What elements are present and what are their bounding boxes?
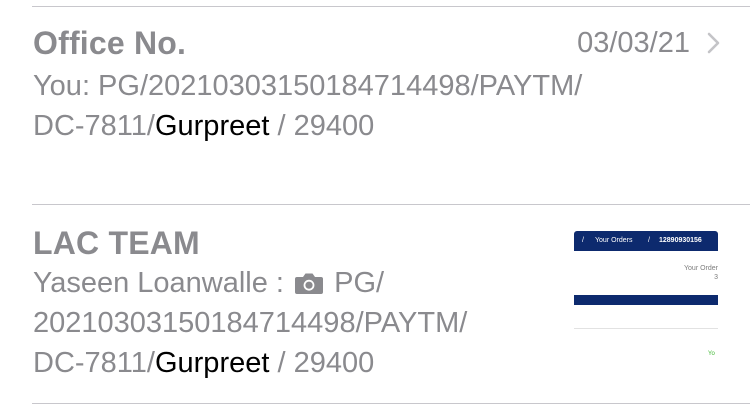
thumbnail-order-number: 12890930156 [659,237,702,244]
sender-name: LAC TEAM [33,225,200,261]
camera-icon [295,273,324,294]
conversation-row-office-no[interactable]: Office No. 03/03/21 You: PG/202103031501… [0,7,750,204]
preview-text: / 29400 [269,347,375,379]
message-preview: You: PG/20210303150184714498/PAYTM/ DC-7… [33,66,653,146]
thumbnail-body-text: Your Order 3 [684,264,718,282]
chevron-right-icon [707,32,720,54]
preview-line: DC-7811/Gurpreet / 29400 [33,343,553,383]
message-date: 03/03/21 [577,27,690,59]
separator [32,403,750,404]
attachment-thumbnail[interactable]: / Your Orders / 12890930156 Your Order 3… [574,231,718,366]
thumbnail-title: Your Orders [595,237,633,244]
preview-text: Yaseen Loanwalle : [33,267,293,299]
preview-text: DC-7811/ [33,110,155,142]
preview-text: PG/ [326,267,385,299]
message-preview: Yaseen Loanwalle : PG/ 20210303150184714… [33,263,553,383]
thumbnail-body-line: 3 [714,274,718,281]
preview-text: DC-7811/ [33,347,155,379]
preview-line: Yaseen Loanwalle : PG/ [33,263,553,303]
highlighted-name: Gurpreet [154,110,270,142]
message-list: Office No. 03/03/21 You: PG/202103031501… [0,0,750,414]
preview-line: DC-7811/Gurpreet / 29400 [33,106,653,146]
conversation-row-lac-team[interactable]: LAC TEAM Yaseen Loanwalle : PG/ 20210303… [0,205,750,403]
highlighted-name: Gurpreet [154,347,270,379]
preview-line: 20210303150184714498/PAYTM/ [33,307,468,339]
thumbnail-separator: / [582,237,584,244]
thumbnail-green-text: Yo [708,351,715,357]
thumbnail-divider [574,328,718,329]
thumbnail-body-line: Your Order [684,265,718,272]
thumbnail-band [574,295,718,305]
preview-text: / 29400 [269,110,375,142]
thumbnail-header-bar: / Your Orders / 12890930156 [574,231,718,251]
preview-line: You: PG/20210303150184714498/PAYTM/ [33,70,583,102]
sender-name: Office No. [33,25,187,61]
thumbnail-separator: / [648,237,650,244]
